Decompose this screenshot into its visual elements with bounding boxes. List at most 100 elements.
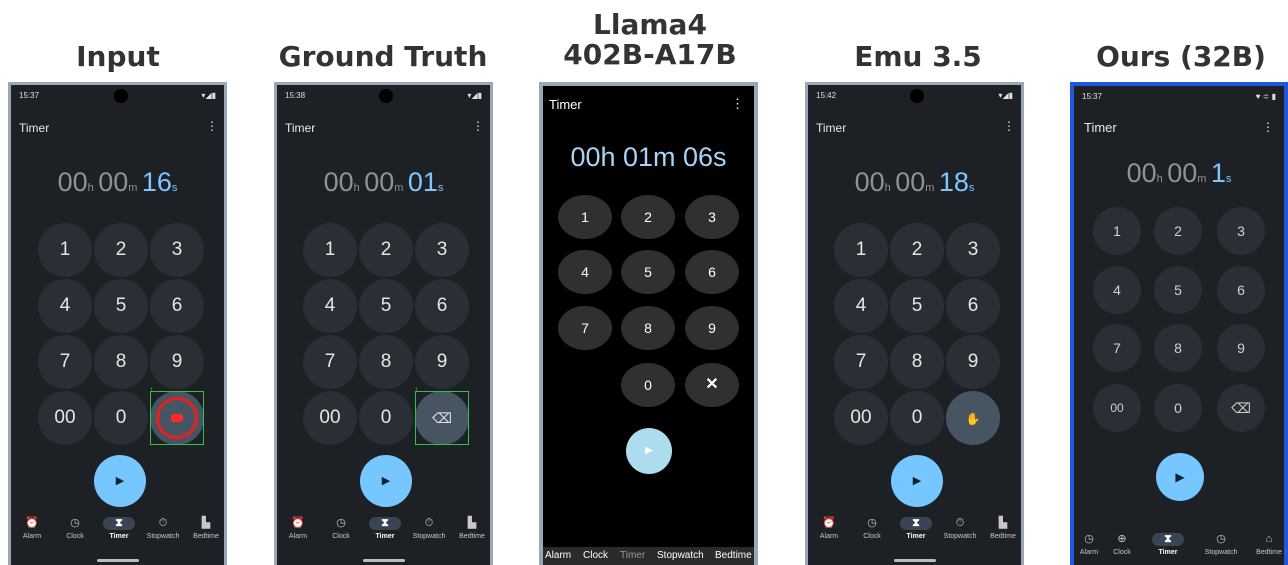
- start-button[interactable]: ▶: [94, 455, 146, 507]
- nav-label: Bedtime: [990, 533, 1016, 540]
- key-4[interactable]: 4: [38, 279, 92, 333]
- key-1[interactable]: 1: [303, 223, 357, 277]
- key-6[interactable]: 6: [415, 279, 469, 333]
- nav-clock[interactable]: Clock: [583, 550, 608, 561]
- key-00[interactable]: 00: [834, 391, 888, 445]
- key-9[interactable]: 9: [150, 335, 204, 389]
- key-1[interactable]: 1: [834, 223, 888, 277]
- nav-alarm[interactable]: Alarm: [545, 550, 571, 561]
- nav-alarm[interactable]: ⏰ Alarm: [11, 517, 54, 540]
- key-8[interactable]: 8: [94, 335, 148, 389]
- key-8[interactable]: 8: [1154, 324, 1202, 372]
- nav-bedtime[interactable]: ▙ Bedtime: [184, 517, 224, 540]
- nav-bedtime[interactable]: ▙ Bedtime: [981, 517, 1021, 540]
- nav-stopwatch[interactable]: Stopwatch: [657, 550, 704, 561]
- key-0[interactable]: 0: [621, 363, 675, 407]
- start-button[interactable]: ▶: [1156, 453, 1204, 501]
- key-6[interactable]: 6: [150, 279, 204, 333]
- key-3[interactable]: 3: [150, 223, 204, 277]
- nav-stopwatch[interactable]: ◷ Stopwatch: [1199, 533, 1243, 556]
- nav-timer[interactable]: ⧗ Timer: [97, 517, 141, 540]
- key-6[interactable]: 6: [685, 250, 739, 294]
- key-5[interactable]: 5: [890, 279, 944, 333]
- overflow-menu-icon[interactable]: ⋮: [1262, 120, 1274, 134]
- key-8[interactable]: 8: [359, 335, 413, 389]
- start-button[interactable]: ▶: [626, 428, 672, 474]
- nav-alarm[interactable]: ⏰ Alarm: [808, 517, 851, 540]
- key-8[interactable]: 8: [621, 306, 675, 350]
- key-1[interactable]: 1: [38, 223, 92, 277]
- key-7[interactable]: 7: [834, 335, 888, 389]
- nav-stopwatch[interactable]: ⏱ Stopwatch: [938, 517, 982, 540]
- overflow-menu-icon[interactable]: ⋮: [1003, 119, 1015, 133]
- backspace-button[interactable]: ✋: [946, 391, 1000, 445]
- clear-button[interactable]: ✕: [685, 363, 739, 407]
- key-5[interactable]: 5: [359, 279, 413, 333]
- nav-bedtime[interactable]: ⌂ Bedtime: [1247, 533, 1284, 556]
- key-2[interactable]: 2: [359, 223, 413, 277]
- key-00[interactable]: 00: [38, 391, 92, 445]
- key-7[interactable]: 7: [558, 306, 612, 350]
- nav-clock[interactable]: ⊕ Clock: [1100, 533, 1144, 556]
- nav-clock[interactable]: ◷ Clock: [850, 517, 894, 540]
- key-2[interactable]: 2: [94, 223, 148, 277]
- key-7[interactable]: 7: [38, 335, 92, 389]
- key-4[interactable]: 4: [303, 279, 357, 333]
- key-7[interactable]: 7: [303, 335, 357, 389]
- nav-alarm[interactable]: ⏰ Alarm: [277, 517, 320, 540]
- bed-icon: ▙: [998, 517, 1008, 529]
- key-1[interactable]: 1: [558, 195, 612, 239]
- key-00[interactable]: 00: [1093, 384, 1141, 432]
- key-4[interactable]: 4: [834, 279, 888, 333]
- nav-stopwatch[interactable]: ⏱ Stopwatch: [141, 517, 185, 540]
- camera-cutout: [379, 89, 393, 103]
- heading-llama4-text: Llama4 402B-A17B: [563, 8, 737, 71]
- nav-label: Clock: [332, 533, 350, 540]
- key-9[interactable]: 9: [1217, 324, 1265, 372]
- key-2[interactable]: 2: [621, 195, 675, 239]
- nav-clock[interactable]: ◷ Clock: [319, 517, 363, 540]
- key-3[interactable]: 3: [685, 195, 739, 239]
- key-8[interactable]: 8: [890, 335, 944, 389]
- key-2[interactable]: 2: [890, 223, 944, 277]
- key-5[interactable]: 5: [621, 250, 675, 294]
- clock-icon: ◷: [336, 517, 346, 529]
- key-0[interactable]: 0: [1154, 384, 1202, 432]
- key-1[interactable]: 1: [1093, 207, 1141, 255]
- nav-stopwatch[interactable]: ⏱ Stopwatch: [407, 517, 451, 540]
- key-3[interactable]: 3: [946, 223, 1000, 277]
- start-button[interactable]: ▶: [891, 455, 943, 507]
- key-9[interactable]: 9: [415, 335, 469, 389]
- nav-timer[interactable]: Timer: [620, 550, 645, 561]
- nav-bedtime[interactable]: ▙ Bedtime: [450, 517, 490, 540]
- key-4[interactable]: 4: [558, 250, 612, 294]
- key-6[interactable]: 6: [1217, 266, 1265, 314]
- key-0[interactable]: 0: [359, 391, 413, 445]
- key-9[interactable]: 9: [685, 306, 739, 350]
- key-7[interactable]: 7: [1093, 324, 1141, 372]
- key-9[interactable]: 9: [946, 335, 1000, 389]
- nav-timer[interactable]: ⧗ Timer: [363, 517, 407, 540]
- app-title: Timer: [816, 121, 847, 135]
- nav-clock[interactable]: ◷ Clock: [53, 517, 97, 540]
- key-3[interactable]: 3: [415, 223, 469, 277]
- start-button[interactable]: ▶: [360, 455, 412, 507]
- home-indicator: [363, 559, 405, 562]
- key-4[interactable]: 4: [1093, 266, 1141, 314]
- key-3[interactable]: 3: [1217, 207, 1265, 255]
- key-00[interactable]: 00: [303, 391, 357, 445]
- key-5[interactable]: 5: [94, 279, 148, 333]
- key-0[interactable]: 0: [890, 391, 944, 445]
- key-2[interactable]: 2: [1154, 207, 1202, 255]
- overflow-menu-icon[interactable]: ⋮: [206, 119, 218, 133]
- nav-timer[interactable]: ⧗ Timer: [894, 517, 938, 540]
- nav-bedtime[interactable]: Bedtime: [715, 550, 752, 561]
- key-0[interactable]: 0: [94, 391, 148, 445]
- key-6[interactable]: 6: [946, 279, 1000, 333]
- bottom-nav: ⏰ Alarm ◷ Clock ⧗ Timer ⏱ Stopwatch ▙ Bedtime: [808, 517, 1021, 551]
- backspace-button[interactable]: ⌫: [1217, 384, 1265, 432]
- key-5[interactable]: 5: [1154, 266, 1202, 314]
- nav-timer[interactable]: ⧗ Timer: [1146, 533, 1190, 556]
- overflow-menu-icon[interactable]: ⋮: [731, 96, 744, 112]
- overflow-menu-icon[interactable]: ⋮: [472, 119, 484, 133]
